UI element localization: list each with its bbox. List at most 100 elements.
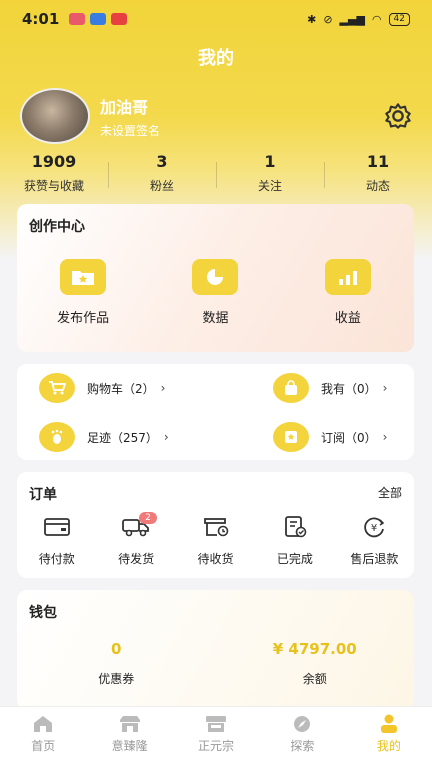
- footprint-icon: [39, 422, 75, 452]
- chevron-right-icon: ›: [382, 430, 388, 444]
- tab-label: 意臻隆: [111, 739, 148, 753]
- tab-zhengyuanzong[interactable]: 正元宗: [173, 707, 259, 768]
- order-refund[interactable]: ¥ 售后退款: [335, 514, 414, 567]
- shortcuts-card: 购物车（2） › 我有（0） › 足迹（257） › 订阅（0） ›: [17, 364, 414, 460]
- bag-icon: [273, 373, 309, 403]
- wallet-balance[interactable]: ¥ 4797.00 余额: [216, 640, 415, 687]
- stat-fans[interactable]: 3 粉丝: [108, 152, 216, 198]
- order-label: 已完成: [276, 552, 313, 566]
- stat-posts[interactable]: 11 动态: [324, 152, 432, 198]
- stat-value: 11: [366, 152, 390, 171]
- user-icon: [377, 714, 401, 733]
- bluetooth-icon: ✱: [307, 12, 317, 26]
- tab-label: 正元宗: [198, 739, 235, 753]
- orders-card: 订单 全部 待付款 2 待发货 待收货 已完成 ¥ 售后退款: [17, 472, 414, 578]
- tab-explore[interactable]: 探索: [259, 707, 345, 768]
- stat-likes[interactable]: 1909 获赞与收藏: [0, 152, 108, 198]
- stat-label: 动态: [365, 179, 390, 193]
- status-bar: 4:01 ✱ ⊘ ▂▄▆ ◠ 42: [0, 0, 432, 38]
- cart-link[interactable]: 购物车（2） ›: [39, 370, 165, 406]
- stat-value: 1: [264, 152, 276, 171]
- stat-label: 粉丝: [149, 179, 174, 193]
- order-items: 待付款 2 待发货 待收货 已完成 ¥ 售后退款: [17, 512, 414, 567]
- own-label: 我有（0）: [321, 381, 377, 396]
- data-button[interactable]: 数据: [149, 259, 281, 326]
- doc-check-icon: [279, 514, 311, 540]
- wallet-value: ¥ 4797.00: [272, 640, 357, 658]
- stat-value: 1909: [31, 152, 77, 171]
- subscribe-link[interactable]: 订阅（0） ›: [273, 419, 387, 455]
- stat-following[interactable]: 1 关注: [216, 152, 324, 198]
- status-time: 4:01: [22, 10, 60, 28]
- app-notification-icon: [111, 13, 128, 25]
- stats-row: 1909 获赞与收藏 3 粉丝 1 关注 11 动态: [0, 152, 432, 198]
- order-pending-receipt[interactable]: 待收货: [176, 514, 255, 567]
- earnings-button[interactable]: 收益: [282, 259, 414, 326]
- bar-chart-icon: [324, 259, 371, 295]
- bottom-tab-bar: 首页 意臻隆 正元宗 探索 我的: [0, 706, 432, 768]
- refund-icon: ¥: [358, 514, 390, 540]
- tab-label: 首页: [31, 739, 56, 753]
- chevron-right-icon: ›: [160, 381, 166, 395]
- wallet-icon: [41, 514, 73, 540]
- stat-value: 3: [156, 152, 168, 171]
- tab-mine[interactable]: 我的: [346, 707, 432, 768]
- app-notification-icon: [90, 13, 107, 25]
- shop-icon: [118, 715, 142, 733]
- chevron-right-icon: ›: [382, 381, 388, 395]
- order-label: 售后退款: [350, 552, 399, 566]
- own-link[interactable]: 我有（0） ›: [273, 370, 387, 406]
- box-clock-icon: [200, 514, 232, 540]
- store-icon: [204, 715, 228, 733]
- orders-all-link[interactable]: 全部: [378, 484, 402, 501]
- username[interactable]: 加油哥: [100, 94, 148, 118]
- signature[interactable]: 未设置签名: [100, 122, 160, 139]
- order-label: 待发货: [118, 552, 155, 566]
- tab-home[interactable]: 首页: [0, 707, 86, 768]
- mute-icon: ⊘: [323, 12, 333, 26]
- wallet-title: 钱包: [29, 605, 57, 621]
- compass-icon: [290, 715, 314, 733]
- battery-icon: 42: [388, 12, 410, 26]
- wifi-icon: ◠: [371, 12, 382, 26]
- order-completed[interactable]: 已完成: [255, 514, 334, 567]
- stat-label: 关注: [257, 179, 282, 193]
- stat-label: 获赞与收藏: [23, 179, 84, 193]
- tab-label: 我的: [376, 739, 401, 753]
- status-indicators: ✱ ⊘ ▂▄▆ ◠ 42: [307, 12, 410, 26]
- subscribe-star-icon: [273, 422, 309, 452]
- order-badge: 2: [139, 512, 158, 524]
- avatar[interactable]: [20, 88, 90, 144]
- cart-label: 购物车（2）: [87, 381, 155, 396]
- tab-yizhenlong[interactable]: 意臻隆: [86, 707, 172, 768]
- wallet-coupons[interactable]: 0 优惠券: [17, 640, 216, 687]
- cart-icon: [39, 373, 75, 403]
- folder-star-icon: [60, 259, 107, 295]
- order-pending-shipment[interactable]: 2 待发货: [96, 512, 175, 567]
- creation-center-title: 创作中心: [29, 219, 85, 235]
- order-pending-payment[interactable]: 待付款: [17, 514, 96, 567]
- status-app-icons: [69, 13, 128, 25]
- creation-item-label: 数据: [202, 311, 229, 326]
- app-notification-icon: [69, 13, 86, 25]
- pie-chart-icon: [192, 259, 239, 295]
- wallet-value: 0: [111, 640, 122, 658]
- svg-text:¥: ¥: [371, 523, 377, 534]
- chevron-right-icon: ›: [163, 430, 169, 444]
- creation-center-card: 创作中心 发布作品 数据 收益: [17, 204, 414, 352]
- creation-items: 发布作品 数据 收益: [17, 259, 414, 326]
- orders-title: 订单: [29, 487, 57, 503]
- tab-label: 探索: [290, 739, 315, 753]
- wallet-label: 优惠券: [98, 672, 135, 686]
- order-label: 待付款: [38, 552, 75, 566]
- wallet-items: 0 优惠券 ¥ 4797.00 余额: [17, 640, 414, 687]
- settings-gear-icon[interactable]: [384, 102, 412, 130]
- subscribe-label: 订阅（0）: [321, 430, 377, 445]
- signal-icon: ▂▄▆: [339, 12, 365, 26]
- creation-item-label: 收益: [334, 311, 361, 326]
- order-label: 待收货: [197, 552, 234, 566]
- wallet-card: 钱包 0 优惠券 ¥ 4797.00 余额: [17, 590, 414, 710]
- footprint-link[interactable]: 足迹（257） ›: [39, 419, 169, 455]
- publish-work-button[interactable]: 发布作品: [17, 259, 149, 326]
- page-title: 我的: [198, 48, 234, 69]
